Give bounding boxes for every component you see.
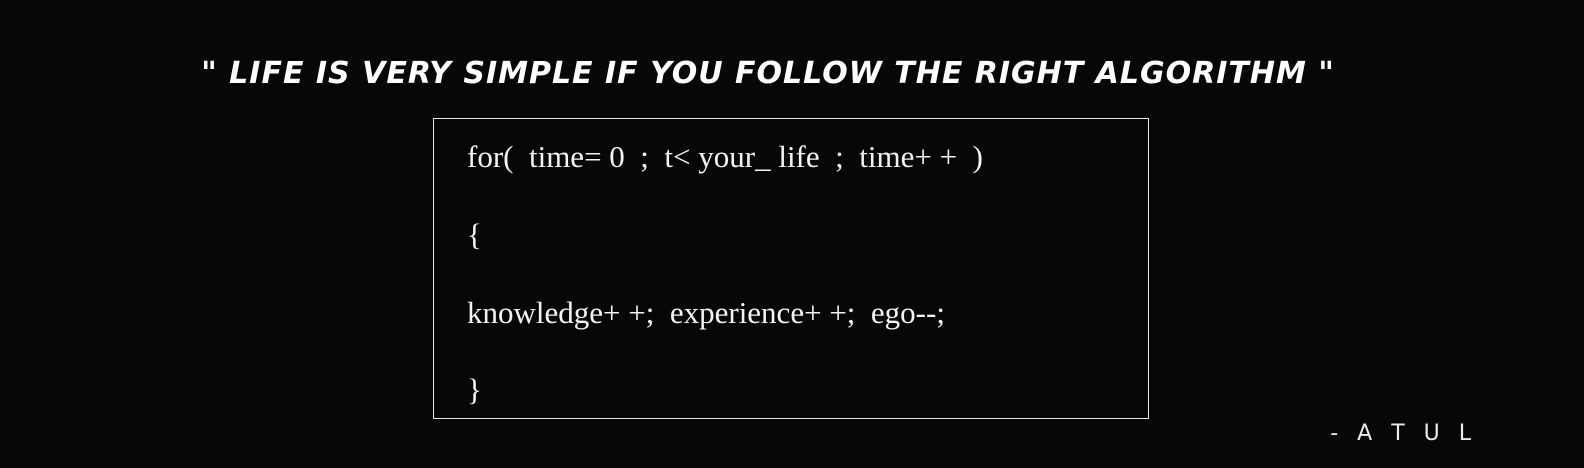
code-line-close-brace: } — [467, 372, 482, 407]
code-box: for( time= 0 ; t< your_ life ; time+ + )… — [433, 118, 1149, 419]
author-signature: - A T U L — [1330, 421, 1477, 446]
code-line-loop-body: knowledge+ +; experience+ +; ego--; — [467, 295, 945, 330]
code-line-loop-header: for( time= 0 ; t< your_ life ; time+ + ) — [467, 139, 983, 174]
code-line-open-brace: { — [467, 217, 482, 252]
quote-text: " life is very simple if you follow the … — [201, 56, 1335, 91]
